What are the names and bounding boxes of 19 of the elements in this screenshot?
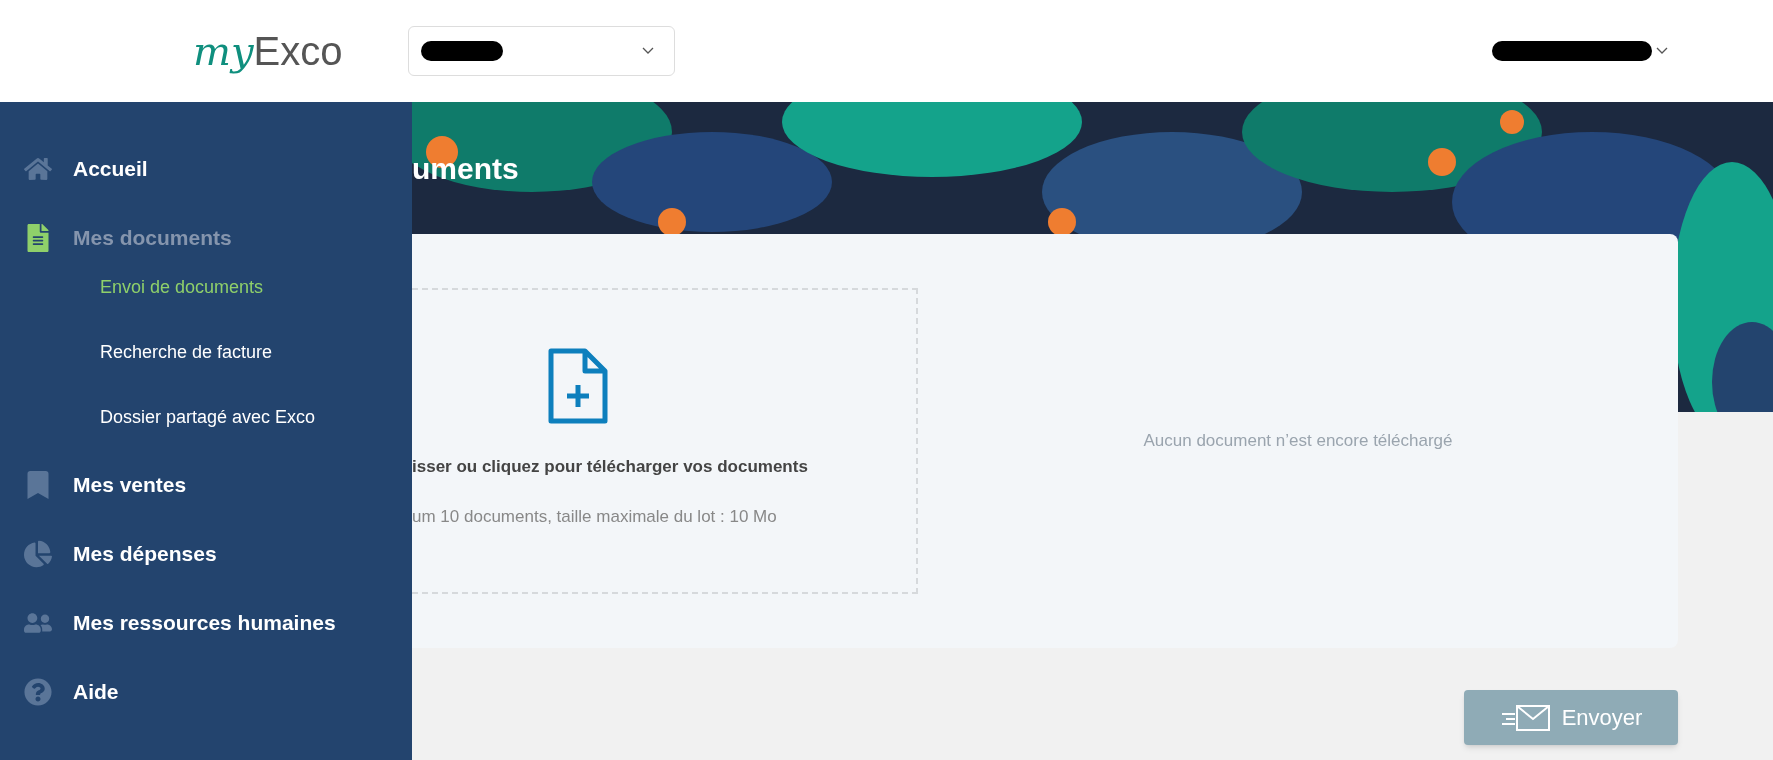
sidebar-item[interactable]: Mes dépenses: [0, 519, 412, 588]
caret-icon: [642, 47, 654, 55]
pie-chart-icon: [24, 539, 52, 568]
sidebar-item[interactable]: Aide: [0, 657, 412, 726]
page-title: uments: [412, 150, 519, 187]
sidebar-item[interactable]: Mes ressources humaines: [0, 588, 412, 657]
add-file-icon: [548, 348, 608, 424]
sidebar-subitem[interactable]: Dossier partagé avec Exco: [0, 385, 412, 450]
help-icon: [24, 677, 52, 706]
drop-zone[interactable]: isser ou cliquez pour télécharger vos documents um 10 documents, taille maximale du lot : 10 Mo: [412, 288, 918, 594]
upload-limits: um 10 documents, taille maximale du lot : 10 Mo: [412, 505, 778, 528]
sidebar-item[interactable]: Mes ventes: [0, 450, 412, 519]
empty-message: Aucun document n’est encore téléchargé: [1143, 430, 1453, 453]
mail-icon: [1499, 704, 1550, 731]
sidebar-item[interactable]: Accueil: [0, 134, 412, 203]
caret-icon: [1656, 47, 1668, 55]
sidebar-subitem[interactable]: Recherche de facture: [0, 320, 412, 385]
company-select[interactable]: [408, 26, 675, 76]
drop-instruction: isser ou cliquez pour télécharger vos documents: [412, 456, 809, 478]
